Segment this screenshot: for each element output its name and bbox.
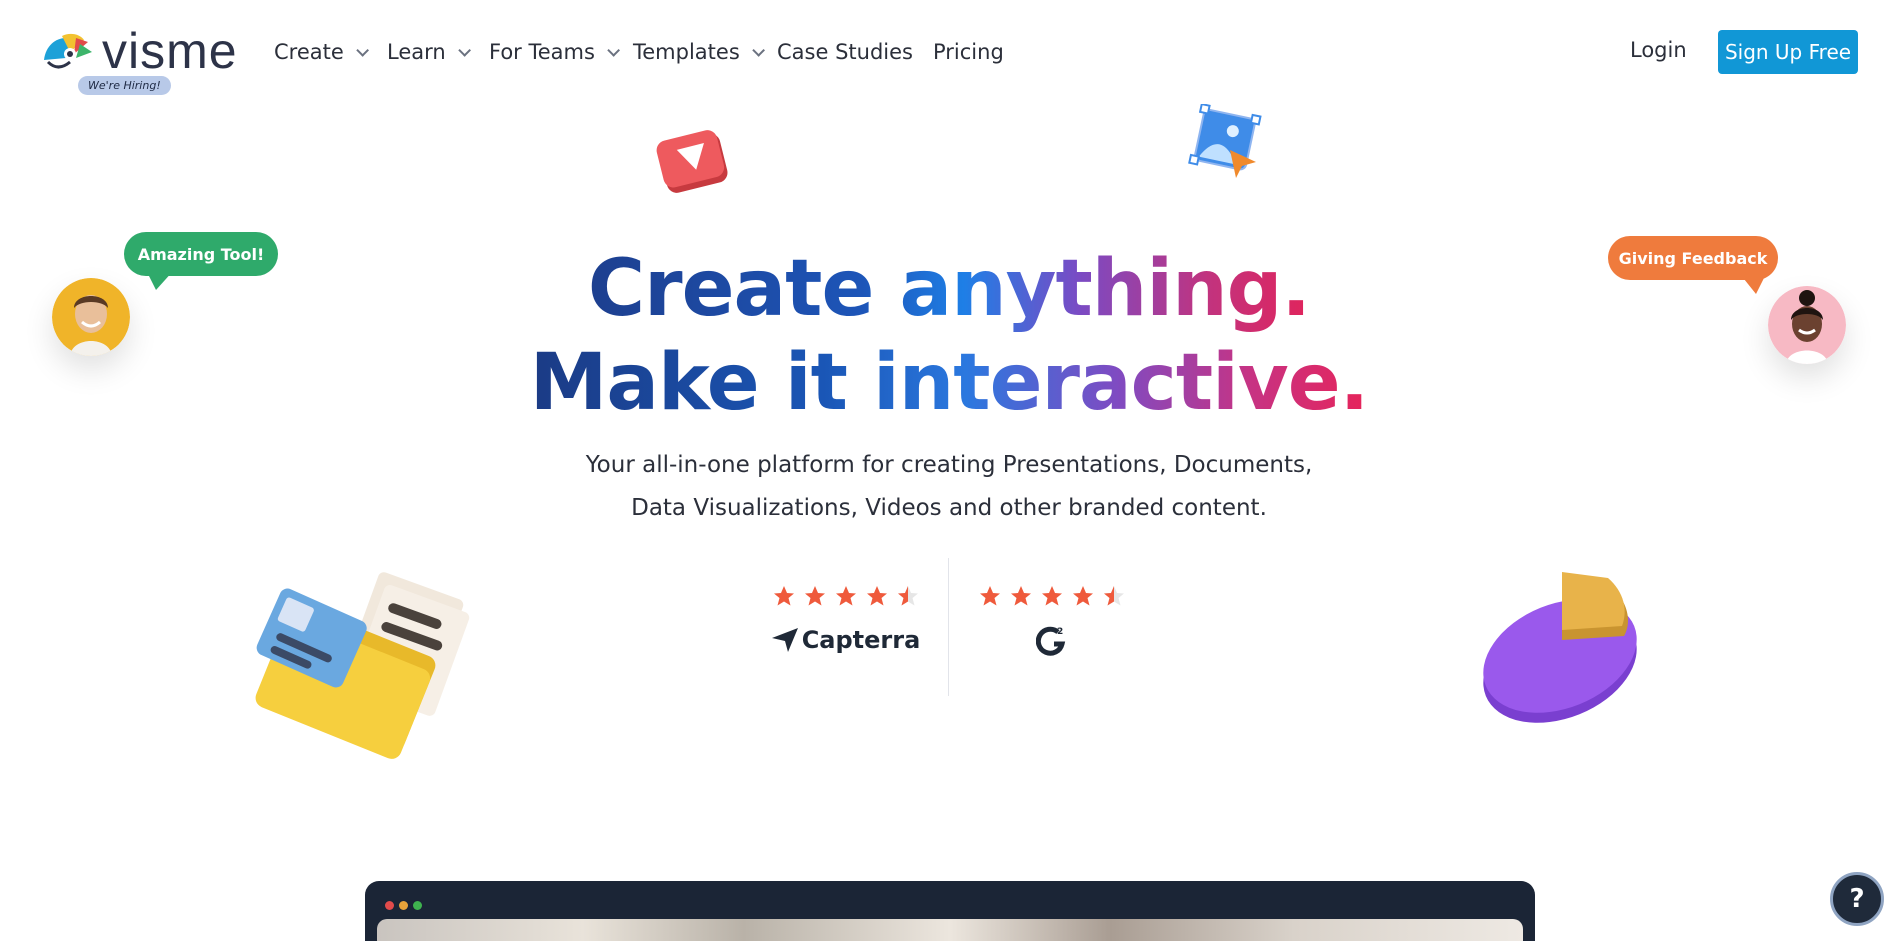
hero-headline-line1-text: Create anything. [587,244,1311,334]
capterra-rating[interactable]: Capterra [766,584,926,654]
image-cursor-icon [1188,104,1262,178]
nav-pricing[interactable]: Pricing [933,38,1013,66]
window-maximize-dot [413,901,422,910]
nav-create-label: Create [274,40,344,64]
product-preview-window[interactable] [365,881,1535,941]
help-button[interactable]: ? [1830,872,1884,926]
nav-learn-label: Learn [387,40,446,64]
nav-templates[interactable]: Templates [633,38,777,66]
hero-headline-line1: Create anything. [0,250,1898,328]
nav-create[interactable]: Create [274,38,387,66]
g2-logo-icon: 2 [1036,626,1066,656]
sign-up-free-button[interactable]: Sign Up Free [1718,30,1858,74]
star-icon [980,586,1000,606]
capterra-arrow-icon [771,628,798,652]
star-rating [972,584,1132,612]
chevron-down-icon [752,43,765,57]
svg-text:2: 2 [1057,627,1063,637]
hero-headline-line2: Make it interactive. [0,344,1898,422]
window-minimize-dot [399,901,408,910]
star-icon [1042,586,1062,606]
top-navigation: visme We're Hiring! Create Learn For Tea… [0,0,1898,104]
hero-subtitle-line2: Data Visualizations, Videos and other br… [631,495,1267,521]
capterra-label: Capterra [801,626,921,654]
star-icon [1073,586,1093,606]
star-half-icon [898,586,918,606]
star-icon [774,586,794,606]
nav-for-teams[interactable]: For Teams [489,38,633,66]
hiring-badge[interactable]: We're Hiring! [78,76,171,95]
login-link[interactable]: Login [1630,38,1687,62]
preview-video[interactable] [377,919,1523,941]
g2-rating[interactable]: 2 [972,584,1132,656]
play-icon [656,130,728,193]
logo-wordmark: visme [102,23,238,79]
star-icon [867,586,887,606]
hero-headline-line2-text: Make it interactive. [529,338,1369,428]
visme-logo-mark-icon [44,33,92,69]
visme-logo[interactable]: visme We're Hiring! [40,26,240,100]
window-close-dot [385,901,394,910]
star-half-icon [1104,586,1124,606]
main-menu: Create Learn For Teams Templates Case St… [274,38,1013,66]
ratings-divider [948,558,949,696]
chevron-down-icon [356,43,369,57]
nav-learn[interactable]: Learn [387,38,489,66]
nav-pricing-label: Pricing [933,40,1004,64]
nav-case-studies[interactable]: Case Studies [777,38,933,66]
star-icon [1011,586,1031,606]
nav-case-studies-label: Case Studies [777,40,913,64]
pie-chart-icon [1483,572,1637,723]
capterra-logo: Capterra [766,626,926,654]
hero-subtitle-line1: Your all-in-one platform for creating Pr… [585,452,1313,478]
nav-templates-label: Templates [633,40,740,64]
nav-for-teams-label: For Teams [489,40,595,64]
star-icon [836,586,856,606]
chevron-down-icon [607,43,620,57]
folder-documents-icon [255,572,470,759]
star-rating [766,584,926,612]
chevron-down-icon [457,43,471,57]
star-icon [805,586,825,606]
g2-logo: 2 [972,624,1132,656]
